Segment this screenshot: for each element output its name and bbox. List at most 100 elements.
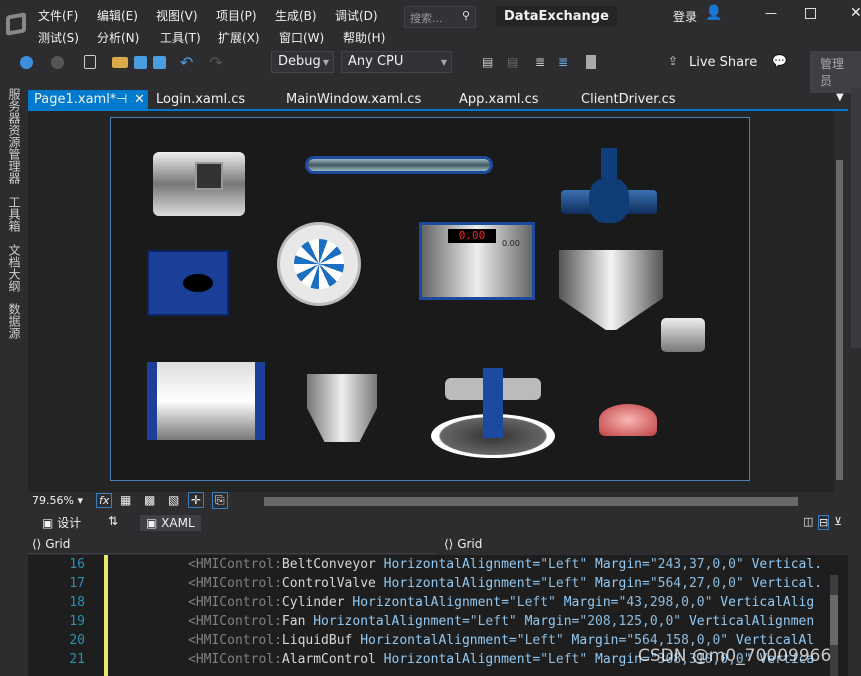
data-sources-tab[interactable]: 数据源 (6, 303, 23, 339)
xaml-tab-label: XAML (161, 516, 195, 530)
new-project-icon[interactable] (84, 55, 96, 69)
comment-icon[interactable]: ▤ (482, 55, 493, 69)
scope-dropdown-left[interactable]: ⟨⟩ Grid (28, 535, 436, 554)
fx-icon[interactable]: fx (96, 493, 113, 508)
toolbar: ↶ ↷ (20, 50, 223, 74)
snap-grid-icon[interactable]: ▩ (144, 493, 155, 507)
platform-dropdown[interactable]: Any CPU ▼ (341, 51, 452, 73)
fan[interactable] (277, 222, 361, 306)
design-tab[interactable]: ▣ 设计 (42, 514, 81, 531)
close-button[interactable]: ✕ (850, 5, 861, 21)
menu-extensions[interactable]: 扩展(X) (218, 29, 260, 46)
designer-surface[interactable]: 0.00 0.00 (28, 111, 835, 492)
document-outline-tab[interactable]: 文档大纲 (6, 244, 23, 292)
menu-build[interactable]: 生成(B) (275, 7, 317, 24)
config-value: Debug (278, 54, 321, 69)
snap-lines-icon[interactable]: ✛ (188, 492, 205, 508)
liquid-buffer-motor[interactable] (661, 318, 705, 352)
tab-clientdriver[interactable]: ClientDriver.cs (575, 90, 682, 110)
toolbox-tab[interactable]: 工具箱 (6, 196, 23, 232)
platform-value: Any CPU (348, 54, 404, 69)
tab-page1[interactable]: Page1.xaml* ⊣ ✕ (28, 90, 148, 110)
weighing-tank[interactable]: 0.00 0.00 (419, 222, 535, 300)
hmi-canvas[interactable]: 0.00 0.00 (110, 117, 750, 481)
minimize-button[interactable]: — (765, 6, 777, 20)
motor[interactable] (153, 152, 245, 216)
cylinder[interactable] (147, 362, 265, 440)
watermark: CSDN @m0_70009966 (638, 646, 832, 666)
menu-debug[interactable]: 调试(D) (335, 7, 378, 24)
xaml-tab[interactable]: ▣ XAML (140, 515, 201, 531)
grid-icon[interactable]: ▦ (120, 493, 131, 507)
open-icon[interactable] (112, 56, 128, 68)
code-line[interactable]: 19 <HMIControl:Fan HorizontalAlignment="L… (0, 614, 835, 633)
menu-help[interactable]: 帮助(H) (343, 29, 385, 46)
artboard-icon[interactable]: ▧ (168, 493, 179, 507)
right-panel-strip[interactable] (851, 88, 861, 348)
collapse-pane-icon[interactable]: ⊻ (834, 515, 842, 528)
scope-left-value: Grid (45, 537, 71, 551)
forward-icon[interactable] (51, 55, 64, 69)
live-share-button[interactable]: Live Share (689, 55, 757, 70)
menu-file[interactable]: 文件(F) (38, 7, 78, 24)
design-tab-label: 设计 (57, 516, 82, 530)
save-all-icon[interactable] (153, 55, 166, 69)
menu-test[interactable]: 测试(S) (38, 29, 79, 46)
hopper[interactable] (307, 374, 377, 442)
login-link[interactable]: 登录 (673, 8, 697, 25)
search-box[interactable]: 搜索... ⚲ (404, 6, 476, 28)
uncomment-icon[interactable]: ▤ (507, 55, 518, 69)
share-icon[interactable]: ⇪ (668, 54, 678, 68)
zoom-value: 79.56% (32, 494, 74, 507)
save-icon[interactable] (134, 55, 147, 69)
tab-label: Page1.xaml* (34, 92, 117, 107)
bookmark-icon[interactable] (586, 55, 596, 69)
tab-app[interactable]: App.xaml.cs (453, 90, 545, 110)
menu-edit[interactable]: 编辑(E) (97, 7, 138, 24)
close-tab-icon[interactable]: ✕ (134, 92, 145, 107)
horizontal-scrollbar[interactable] (264, 497, 798, 506)
admin-badge: 管理员 (810, 51, 861, 93)
code-line[interactable]: 16 <HMIControl:BeltConveyor HorizontalAli… (0, 557, 835, 576)
project-code-icon[interactable]: ⎘ (212, 492, 228, 509)
pump[interactable] (147, 250, 229, 316)
tab-login[interactable]: Login.xaml.cs (150, 90, 251, 110)
feedback-icon[interactable]: 💬 (772, 54, 787, 68)
liquid-buffer[interactable] (559, 250, 663, 330)
line-number: 20 (69, 633, 85, 648)
pin-icon[interactable]: ⊣ (116, 92, 127, 107)
code-text: <HMIControl:Cylinder HorizontalAlignment… (188, 595, 815, 610)
menu-tools[interactable]: 工具(T) (160, 29, 201, 46)
solution-title: DataExchange (496, 6, 617, 27)
control-valve[interactable] (561, 148, 657, 223)
search-icon: ⚲ (461, 9, 470, 22)
scope-dropdown-right[interactable]: ⟨⟩ Grid (440, 535, 861, 554)
alarm-light[interactable] (599, 404, 657, 436)
outdent-icon[interactable]: ≣ (558, 55, 568, 69)
code-line[interactable]: 18 <HMIControl:Cylinder HorizontalAlignme… (0, 595, 835, 614)
split-vertical-icon[interactable]: ◫ (803, 515, 813, 528)
split-horizontal-icon[interactable]: ⊟ (818, 515, 830, 530)
menu-window[interactable]: 窗口(W) (279, 29, 324, 46)
back-icon[interactable] (20, 55, 33, 69)
menu-project[interactable]: 项目(P) (216, 7, 257, 24)
account-icon[interactable]: 👤 (705, 5, 722, 21)
maximize-button[interactable] (805, 8, 816, 19)
tab-overflow-icon[interactable]: ▼ (836, 92, 844, 103)
zoom-bar: 79.56% ▾ fx ▦ ▩ ▧ ✛ ⎘ (28, 492, 835, 510)
swap-panes-icon[interactable]: ⇅ (108, 514, 118, 528)
indent-icon[interactable]: ≣ (535, 55, 545, 69)
code-line[interactable]: 17 <HMIControl:ControlValve HorizontalAli… (0, 576, 835, 595)
alarm-stand[interactable] (445, 368, 541, 438)
tab-mainwindow[interactable]: MainWindow.xaml.cs (280, 90, 427, 110)
menu-analyze[interactable]: 分析(N) (97, 29, 139, 46)
config-dropdown[interactable]: Debug ▼ (271, 51, 334, 73)
redo-icon[interactable]: ↷ (209, 53, 222, 72)
zoom-dropdown[interactable]: 79.56% ▾ (32, 494, 83, 507)
server-explorer-tab[interactable]: 服务器资源管理器 (6, 88, 23, 184)
menu-view[interactable]: 视图(V) (156, 7, 198, 24)
undo-icon[interactable]: ↶ (180, 53, 193, 72)
designer-vertical-scrollbar[interactable] (836, 160, 843, 480)
belt-conveyor[interactable] (305, 156, 493, 174)
line-number: 16 (69, 557, 85, 572)
